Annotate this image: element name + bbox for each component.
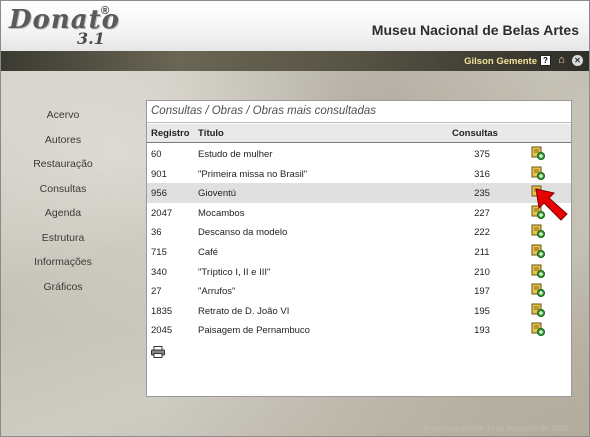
cell-registro: 2047: [151, 207, 173, 219]
cell-titulo: Café: [198, 247, 219, 258]
cell-titulo: "Primeira missa no Brasil": [198, 168, 308, 180]
donato-logo: Donato 3.1 ®: [9, 5, 119, 49]
cell-registro: 715: [151, 247, 167, 258]
cell-consultas: 316: [474, 168, 490, 180]
user-name[interactable]: Gilson Gemente: [464, 56, 537, 67]
cell-registro: 60: [151, 149, 162, 160]
header: Donato 3.1 ® Museu Nacional de Belas Art…: [1, 1, 589, 51]
cell-consultas: 222: [474, 227, 490, 239]
document-add-icon[interactable]: [531, 166, 545, 180]
nav-item-acervo[interactable]: Acervo: [13, 109, 113, 134]
help-icon[interactable]: ?: [540, 55, 551, 66]
cell-titulo: Gioventú: [198, 188, 237, 200]
logo-version: 3.1: [77, 29, 105, 48]
side-nav: Acervo Autores Restauração Consultas Age…: [13, 109, 113, 305]
breadcrumb: Consultas / Obras / Obras mais consultad…: [151, 105, 376, 117]
cell-registro: 1835: [151, 305, 173, 317]
table-row[interactable]: 27 "Arrufos" 197: [147, 281, 571, 301]
nav-item-agenda[interactable]: Agenda: [13, 207, 113, 232]
document-add-icon[interactable]: [531, 146, 545, 160]
nav-item-estrutura[interactable]: Estrutura: [13, 232, 113, 257]
table-row[interactable]: 340 "Tríptico I, II e III" 210: [147, 262, 571, 282]
nav-item-restauracao[interactable]: Restauração: [13, 158, 113, 183]
cell-titulo: Estudo de mulher: [198, 149, 273, 160]
cell-consultas: 210: [474, 266, 490, 278]
cell-consultas: 193: [474, 325, 490, 337]
home-icon[interactable]: ⌂: [556, 55, 567, 66]
document-add-icon[interactable]: [531, 224, 545, 239]
cell-titulo: "Tríptico I, II e III": [198, 266, 271, 278]
museum-title: Museu Nacional de Belas Artes: [371, 22, 579, 38]
close-icon[interactable]: ✕: [572, 55, 583, 66]
cell-consultas: 195: [474, 305, 490, 317]
top-bar: Gilson Gemente ? ⌂ ✕: [1, 51, 589, 71]
cell-titulo: Paisagem de Pernambuco: [198, 325, 310, 337]
cell-registro: 901: [151, 168, 167, 180]
cell-consultas: 211: [474, 247, 490, 258]
cell-registro: 956: [151, 188, 167, 200]
column-header-registro[interactable]: Registro: [151, 128, 190, 139]
table-header: Registro Título Consultas: [147, 124, 571, 143]
table-row[interactable]: 901 "Primeira missa no Brasil" 316: [147, 164, 571, 184]
document-add-icon[interactable]: [531, 322, 545, 337]
cell-titulo: Mocambos: [198, 207, 245, 219]
cell-titulo: Retrato de D. João VI: [198, 305, 290, 317]
column-header-consultas[interactable]: Consultas: [452, 128, 498, 139]
table-row[interactable]: 715 Café 211: [147, 242, 571, 262]
cell-consultas: 375: [474, 149, 490, 160]
cell-registro: 2045: [151, 325, 173, 337]
table-row[interactable]: 1835 Retrato de D. João VI 195: [147, 301, 571, 321]
document-add-icon[interactable]: [531, 244, 545, 258]
cell-consultas: 235: [474, 188, 490, 200]
cell-consultas: 197: [474, 286, 490, 298]
results-panel: Consultas / Obras / Obras mais consultad…: [146, 100, 572, 397]
registered-mark: ®: [101, 5, 110, 17]
app-window: Donato 3.1 ® Museu Nacional de Belas Art…: [0, 0, 590, 437]
nav-item-autores[interactable]: Autores: [13, 134, 113, 159]
cell-titulo: "Arrufos": [198, 286, 236, 298]
divider: [147, 122, 571, 123]
nav-item-graficos[interactable]: Gráficos: [13, 281, 113, 306]
cell-titulo: Descanso da modelo: [198, 227, 288, 239]
column-header-titulo[interactable]: Título: [198, 128, 224, 139]
document-add-icon[interactable]: [531, 303, 545, 317]
table-row[interactable]: 60 Estudo de mulher 375: [147, 144, 571, 164]
table-row[interactable]: 2047 Mocambos 227: [147, 203, 571, 223]
pointer-arrow-icon: [535, 188, 568, 221]
table-row[interactable]: 2045 Paisagem de Pernambuco 193: [147, 320, 571, 340]
cell-registro: 36: [151, 227, 162, 239]
cell-consultas: 227: [474, 207, 490, 219]
cell-registro: 340: [151, 266, 167, 278]
cell-registro: 27: [151, 286, 162, 298]
nav-item-consultas[interactable]: Consultas: [13, 183, 113, 208]
document-add-icon[interactable]: [531, 264, 545, 278]
printer-icon[interactable]: [151, 346, 165, 358]
table-row[interactable]: 36 Descanso da modelo 222: [147, 222, 571, 242]
access-counter: 9 acessos desde 1º de fevereiro de 2005: [423, 424, 569, 433]
table-row[interactable]: 956 Gioventú 235: [147, 183, 571, 203]
document-add-icon[interactable]: [531, 283, 545, 298]
nav-item-informacoes[interactable]: Informações: [13, 256, 113, 281]
